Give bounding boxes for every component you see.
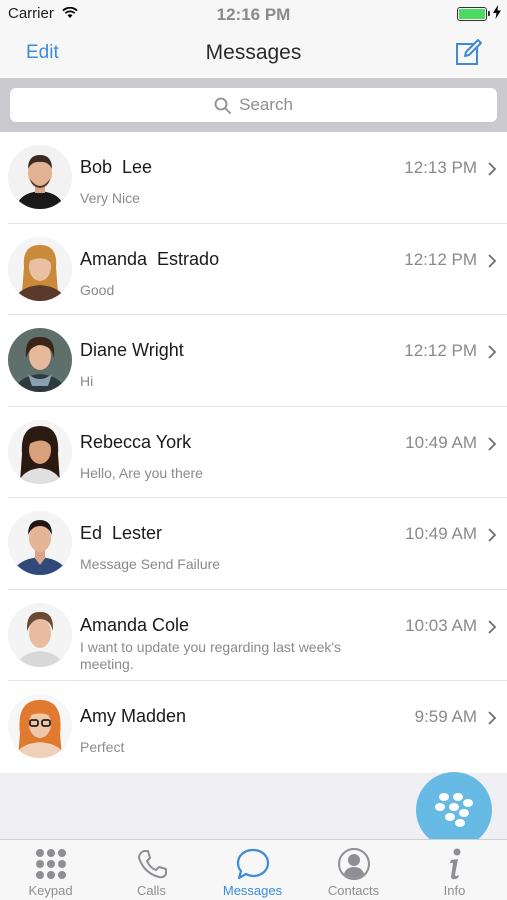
avatar	[8, 419, 72, 484]
message-preview: Good	[80, 281, 115, 298]
contact-name: Amy Madden	[80, 706, 187, 726]
search-placeholder: Search	[239, 95, 293, 114]
tab-label: Calls	[137, 883, 166, 898]
keypad-icon	[0, 847, 101, 881]
avatar	[8, 145, 72, 209]
battery-icon	[457, 7, 490, 21]
tab-bar: Keypad Calls Messages Contacts Info	[0, 839, 507, 900]
charging-bolt-icon	[493, 5, 501, 23]
conversation-row[interactable]: Amanda Estrado Good 12:12 PM	[0, 224, 507, 316]
contact-name: Bob Lee	[80, 157, 153, 177]
chevron-right-icon	[487, 436, 497, 457]
message-preview: Hi	[80, 373, 94, 389]
conversation-row[interactable]: Amy Madden Perfect 9:59 AM	[0, 681, 507, 773]
tab-keypad[interactable]: Keypad	[0, 840, 101, 900]
conversation-row[interactable]: Diane Wright Hi 12:12 PM	[0, 315, 507, 407]
conversation-row[interactable]: Bob Lee Very Nice 12:13 PM	[0, 132, 507, 224]
contact-icon	[303, 847, 404, 881]
contact-name: Amanda Cole	[80, 614, 190, 635]
message-preview: Hello, Are you there	[80, 464, 203, 481]
chevron-right-icon	[487, 344, 497, 365]
avatar	[8, 328, 72, 392]
conversation-row[interactable]: Rebecca York Hello, Are you there 10:49 …	[0, 407, 507, 499]
conversation-list: Bob Lee Very Nice 12:13 PM Amanda Estrad…	[0, 132, 507, 773]
message-time: 10:49 AM	[405, 524, 477, 543]
avatar	[8, 694, 72, 758]
message-time: 9:59 AM	[414, 707, 477, 726]
conversation-row[interactable]: Ed Lester Message Send Failure 10:49 AM	[0, 498, 507, 590]
blackberry-icon	[435, 793, 473, 827]
tab-messages[interactable]: Messages	[202, 840, 303, 900]
message-preview: Message Send Failure	[80, 556, 221, 572]
page-title: Messages	[205, 41, 302, 64]
tab-label: Messages	[222, 883, 283, 898]
chevron-right-icon	[487, 710, 497, 731]
chevron-right-icon	[487, 619, 497, 640]
contact-name: Diane Wright	[80, 340, 184, 360]
info-icon	[404, 847, 505, 881]
search-input[interactable]: Search	[10, 88, 497, 122]
message-time: 10:03 AM	[405, 615, 477, 635]
message-time: 12:12 PM	[404, 341, 477, 360]
contact-name: Amanda Estrado	[80, 248, 220, 269]
message-time: 12:13 PM	[404, 158, 477, 177]
tab-label: Keypad	[28, 883, 73, 898]
conversation-row[interactable]: Amanda Cole I want to update you regardi…	[0, 590, 507, 682]
chevron-right-icon	[487, 161, 497, 182]
tab-label: Contacts	[327, 883, 380, 898]
avatar	[8, 236, 72, 301]
tab-contacts[interactable]: Contacts	[303, 840, 404, 900]
message-preview: Very Nice	[80, 190, 140, 206]
contact-name: Ed Lester	[80, 523, 163, 543]
tab-label: Info	[443, 883, 466, 898]
message-time: 10:49 AM	[405, 432, 477, 452]
status-time: 12:16 PM	[216, 5, 291, 24]
tab-info[interactable]: Info	[404, 840, 505, 900]
blackberry-fab-button[interactable]	[416, 772, 492, 848]
chevron-right-icon	[487, 253, 497, 274]
status-bar: Carrier 12:16 PM	[0, 0, 507, 28]
chat-bubble-icon	[202, 847, 303, 881]
chevron-right-icon	[487, 527, 497, 548]
message-preview: I want to update you regarding last week…	[80, 638, 342, 672]
message-time: 12:12 PM	[404, 249, 477, 269]
navigation-bar: Edit Messages	[0, 28, 507, 78]
contact-name: Rebecca York	[80, 431, 192, 452]
phone-icon	[101, 847, 202, 881]
avatar	[8, 511, 72, 575]
tab-calls[interactable]: Calls	[101, 840, 202, 900]
message-preview: Perfect	[80, 739, 125, 755]
avatar	[8, 602, 72, 667]
search-icon	[214, 97, 231, 114]
compose-icon[interactable]	[455, 38, 483, 66]
search-bar: Search	[0, 78, 507, 132]
